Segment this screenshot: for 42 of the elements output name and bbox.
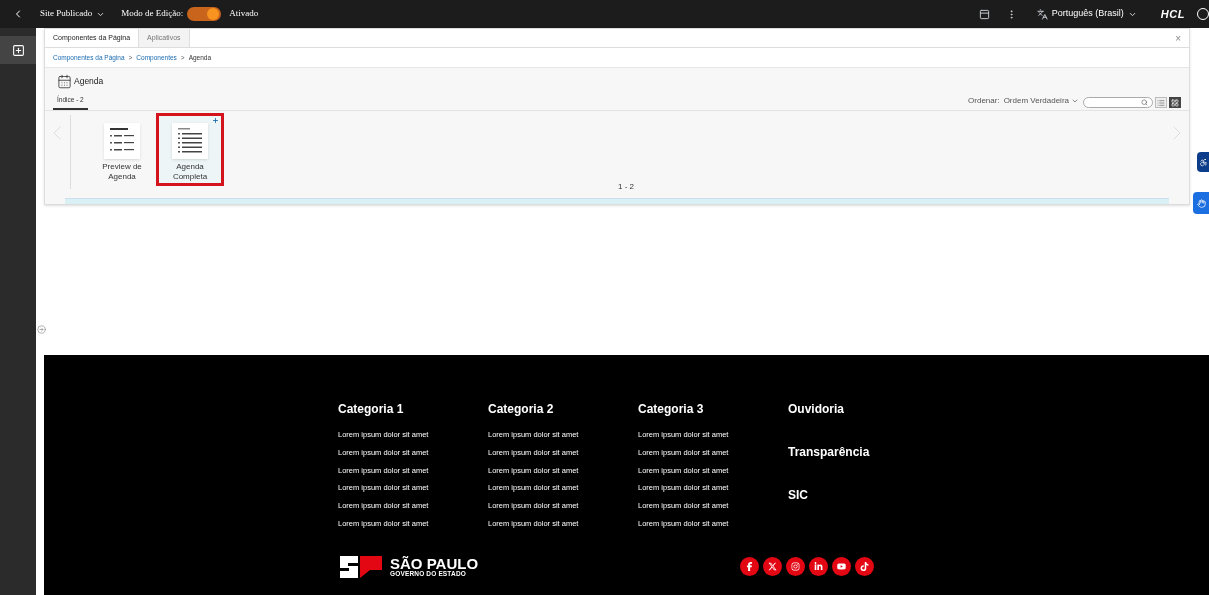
- youtube-icon[interactable]: [832, 557, 852, 577]
- language-icon[interactable]: [1036, 8, 1048, 20]
- edit-mode-state: Ativado: [229, 7, 259, 21]
- footer-main-link[interactable]: SIC: [788, 486, 870, 529]
- logo-title: SÃO PAULO: [390, 556, 479, 572]
- sort-dropdown[interactable]: Ordem Verdadeira: [1003, 95, 1079, 107]
- instagram-icon[interactable]: [786, 557, 806, 577]
- search-field[interactable]: [1083, 97, 1153, 108]
- edit-mode-label: Modo de Edição:: [121, 7, 184, 21]
- sign-language-button[interactable]: [1193, 192, 1209, 214]
- hand-icon[interactable]: [1196, 198, 1206, 208]
- list-thumbnail-icon: [172, 123, 208, 159]
- column-title: Categoria 1: [338, 401, 405, 418]
- component-tile[interactable]: Agenda Completa: [159, 116, 221, 183]
- tile-label: Agenda Completa: [171, 162, 209, 182]
- state-logo-icon: [338, 555, 384, 578]
- tiktok-icon[interactable]: [855, 557, 875, 577]
- search-icon[interactable]: [1141, 99, 1148, 106]
- column-title: Categoria 2: [488, 401, 555, 418]
- list-thumbnail-icon: [104, 123, 140, 159]
- category-title: Agenda: [74, 75, 104, 88]
- panel-icon[interactable]: [978, 8, 990, 20]
- footer-main-link[interactable]: Ouvidoria: [788, 400, 870, 443]
- tile-label: Preview de Agenda: [101, 162, 143, 182]
- facebook-icon[interactable]: [740, 557, 760, 577]
- add-icon[interactable]: [11, 43, 25, 57]
- close-button[interactable]: ×: [1167, 29, 1189, 47]
- language-dropdown[interactable]: Português (Brasil): [1051, 7, 1137, 21]
- brand-logo: HCL: [1160, 6, 1185, 22]
- x-icon[interactable]: [763, 557, 783, 577]
- footer-main-link[interactable]: Transparência: [788, 443, 870, 486]
- calendar-icon: [57, 74, 72, 89]
- column-title: Categoria 3: [638, 401, 705, 418]
- sort-label: Ordenar:: [968, 95, 1000, 107]
- component-tile[interactable]: Preview de Agenda: [91, 116, 153, 183]
- edit-mode-toggle[interactable]: [187, 7, 222, 21]
- linkedin-icon[interactable]: [809, 557, 829, 577]
- accessibility-button[interactable]: [1197, 152, 1209, 172]
- site-status-dropdown[interactable]: Site Publicado: [40, 7, 106, 21]
- pager-text: 1 - 2: [618, 181, 634, 193]
- add-component-button[interactable]: [0, 36, 36, 64]
- accessibility-icon[interactable]: [1198, 157, 1208, 167]
